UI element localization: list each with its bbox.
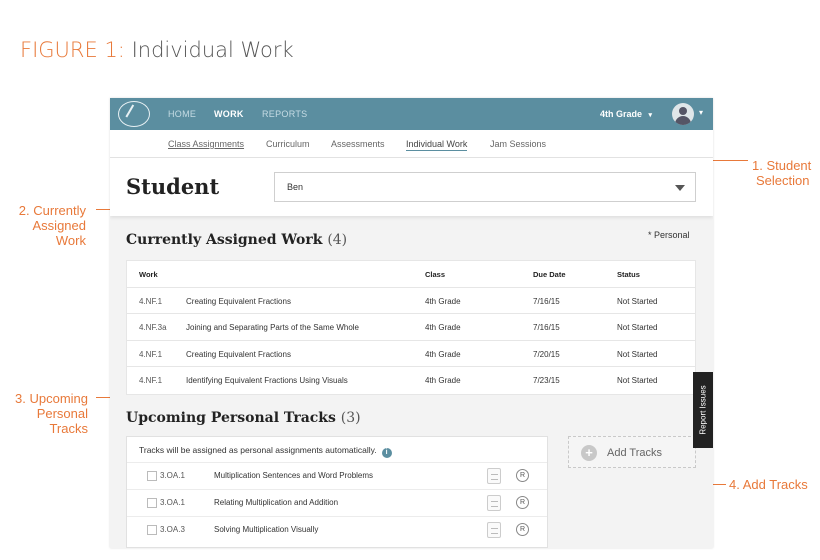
tracks-note: Tracks will be assigned as personal assi… <box>139 445 392 458</box>
table-row[interactable]: 4.NF.1 Identifying Equivalent Fractions … <box>127 367 695 394</box>
nav-home[interactable]: HOME <box>168 109 196 119</box>
tab-assessments[interactable]: Assessments <box>331 139 385 149</box>
app-window: HOME WORK REPORTS 4th Grade ▾ ▾ Class As… <box>110 98 713 548</box>
work-class: 4th Grade <box>425 323 461 332</box>
grade-selector[interactable]: 4th Grade ▾ <box>600 109 652 119</box>
add-tracks-button[interactable]: + Add Tracks <box>568 436 696 468</box>
track-checkbox[interactable] <box>147 471 157 481</box>
student-heading: Student <box>126 174 220 199</box>
avatar[interactable] <box>672 103 694 125</box>
annotation-upcoming-tracks: 3. Upcoming Personal Tracks <box>15 391 88 436</box>
current-work-heading: Currently Assigned Work (4) <box>126 232 348 248</box>
track-name: Relating Multiplication and Addition <box>214 498 339 507</box>
report-issues-label: Report Issues <box>698 385 708 435</box>
info-icon[interactable]: i <box>381 448 392 458</box>
table-row[interactable]: 4.NF.1 Creating Equivalent Fractions 4th… <box>127 341 695 367</box>
annotation-add-tracks: 4. Add Tracks <box>729 477 808 492</box>
remediation-icon[interactable]: R <box>516 523 529 536</box>
list-item: 3.OA.1 Multiplication Sentences and Word… <box>127 462 547 488</box>
nav-reports[interactable]: REPORTS <box>262 109 307 119</box>
top-navbar: HOME WORK REPORTS 4th Grade ▾ ▾ <box>110 98 713 130</box>
work-name[interactable]: Identifying Equivalent Fractions Using V… <box>186 376 348 385</box>
personal-tracks-heading: Upcoming Personal Tracks (3) <box>126 410 361 426</box>
remediation-icon[interactable]: R <box>516 496 529 509</box>
work-code: 4.NF.1 <box>139 296 163 306</box>
current-work-count: (4) <box>327 232 348 248</box>
personal-tracks-list: Tracks will be assigned as personal assi… <box>126 436 548 548</box>
figure-root: FIGURE 1: Individual Work 1. Student Sel… <box>0 0 820 560</box>
track-code: 3.OA.3 <box>160 525 185 534</box>
nav-work[interactable]: WORK <box>214 109 244 119</box>
personal-note: * Personal <box>648 230 690 240</box>
track-checkbox[interactable] <box>147 498 157 508</box>
work-name[interactable]: Joining and Separating Parts of the Same… <box>186 323 359 332</box>
work-status: Not Started <box>617 296 658 306</box>
caret-down-icon <box>675 185 685 191</box>
work-code: 4.NF.1 <box>139 376 163 385</box>
table-row[interactable]: 4.NF.1 Creating Equivalent Fractions 4th… <box>127 288 695 314</box>
work-class: 4th Grade <box>425 376 461 385</box>
work-status: Not Started <box>617 376 658 385</box>
col-header-work: Work <box>139 270 158 279</box>
col-header-status: Status <box>617 270 640 279</box>
work-name[interactable]: Creating Equivalent Fractions <box>186 297 291 306</box>
work-due: 7/23/15 <box>533 376 560 385</box>
tab-individual-work[interactable]: Individual Work <box>406 139 468 151</box>
app-logo-icon[interactable] <box>118 101 150 127</box>
current-work-table: Work Class Due Date Status 4.NF.1 Creati… <box>126 260 696 395</box>
track-name: Multiplication Sentences and Word Proble… <box>214 471 374 480</box>
report-issues-tab[interactable]: Report Issues <box>693 372 713 448</box>
tab-jam-sessions[interactable]: Jam Sessions <box>490 139 546 149</box>
work-due: 7/16/15 <box>533 296 560 306</box>
personal-tracks-count: (3) <box>340 410 361 426</box>
work-due: 7/16/15 <box>533 323 560 332</box>
student-select[interactable]: Ben <box>274 172 696 202</box>
track-name: Solving Multiplication Visually <box>214 525 319 534</box>
figure-title-text: Individual Work <box>131 38 294 62</box>
work-name[interactable]: Creating Equivalent Fractions <box>186 350 291 359</box>
figure-number: FIGURE 1: <box>20 38 125 62</box>
list-item: 3.OA.3 Solving Multiplication Visually R <box>127 516 547 542</box>
tab-class-assignments[interactable]: Class Assignments <box>168 139 244 149</box>
remediation-icon[interactable]: R <box>516 469 529 482</box>
table-header-row: Work Class Due Date Status <box>127 261 695 288</box>
sub-navbar: Class Assignments Curriculum Assessments… <box>110 130 713 158</box>
work-status: Not Started <box>617 349 658 359</box>
annotation-currently-assigned: 2. Currently Assigned Work <box>18 203 86 248</box>
annotation-line-1 <box>712 160 748 161</box>
track-code: 3.OA.1 <box>160 471 185 480</box>
work-due: 7/20/15 <box>533 349 560 359</box>
figure-title: FIGURE 1: Individual Work <box>20 38 294 62</box>
table-row[interactable]: 4.NF.3a Joining and Separating Parts of … <box>127 314 695 341</box>
document-icon[interactable] <box>487 468 501 484</box>
work-status: Not Started <box>617 323 658 332</box>
track-checkbox[interactable] <box>147 525 157 535</box>
student-bar: Student Ben <box>110 158 713 216</box>
col-header-due: Due Date <box>533 270 566 279</box>
chevron-down-icon[interactable]: ▾ <box>699 108 703 117</box>
work-class: 4th Grade <box>425 296 461 306</box>
document-icon[interactable] <box>487 495 501 511</box>
work-code: 4.NF.3a <box>139 323 167 332</box>
annotation-student-selection: 1. Student Selection <box>752 158 812 188</box>
track-code: 3.OA.1 <box>160 498 185 507</box>
work-code: 4.NF.1 <box>139 349 163 359</box>
col-header-class: Class <box>425 270 446 279</box>
chevron-down-icon: ▾ <box>648 112 653 119</box>
add-tracks-label: Add Tracks <box>607 447 663 459</box>
plus-icon: + <box>581 445 597 461</box>
work-class: 4th Grade <box>425 349 461 359</box>
document-icon[interactable] <box>487 522 501 538</box>
list-item: 3.OA.1 Relating Multiplication and Addit… <box>127 489 547 515</box>
student-select-value: Ben <box>287 182 304 192</box>
tab-curriculum[interactable]: Curriculum <box>266 139 310 149</box>
